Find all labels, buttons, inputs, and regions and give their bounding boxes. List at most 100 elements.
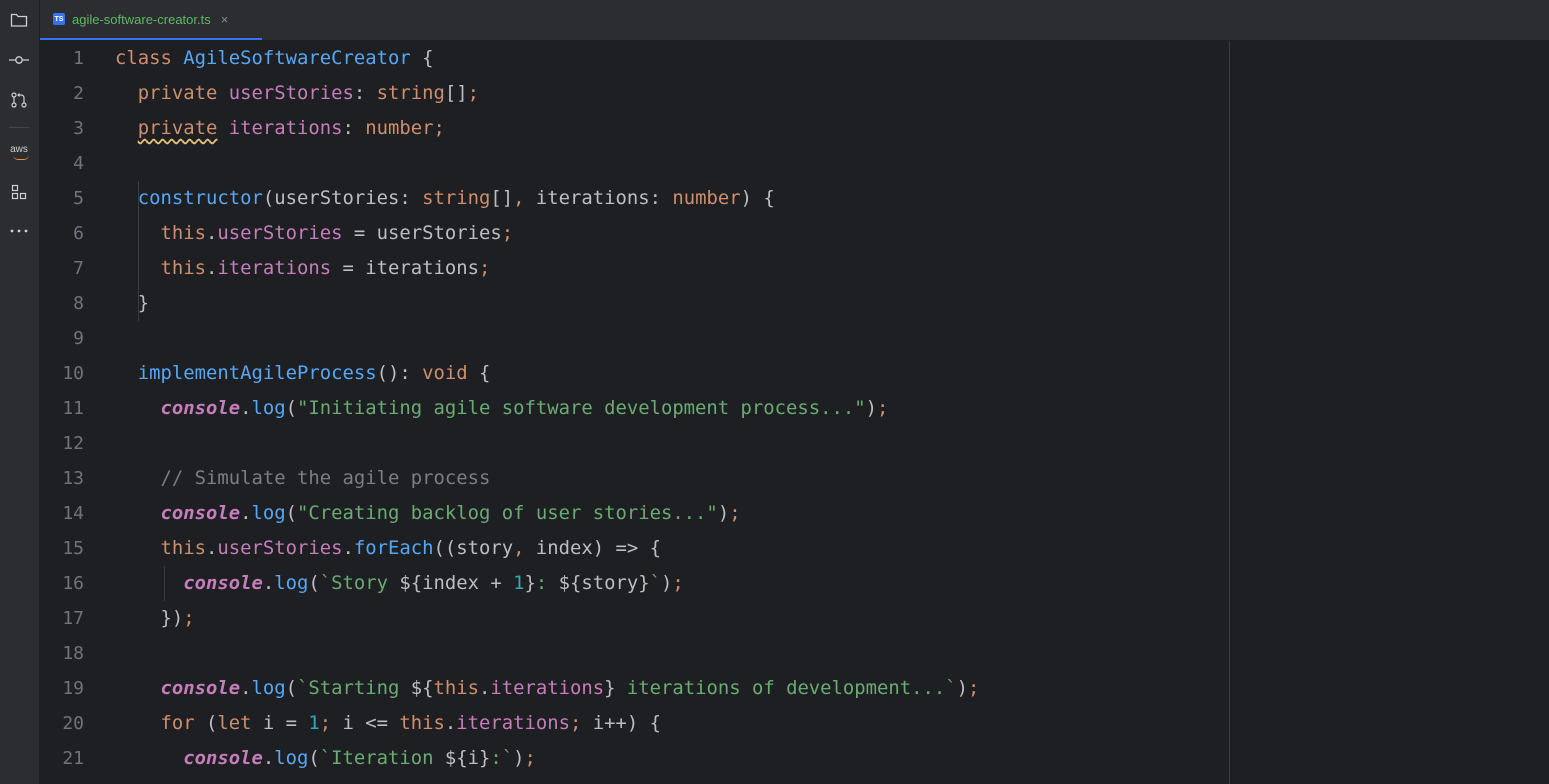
code-token: ():: [376, 362, 423, 384]
line-number: 12: [62, 433, 84, 454]
code-token: :: [353, 82, 377, 104]
line-number: 2: [73, 83, 84, 104]
project-folder-icon[interactable]: [7, 8, 31, 32]
code-token: // Simulate the agile process: [115, 467, 491, 489]
code-line[interactable]: implementAgileProcess(): void {: [115, 356, 491, 391]
code-line[interactable]: this.userStories.forEach((story, index) …: [115, 531, 661, 566]
code-token: this: [433, 677, 479, 699]
code-token: log: [274, 572, 309, 594]
code-token: this: [115, 537, 206, 559]
code-token: log: [251, 677, 286, 699]
code-line[interactable]: console.log("Initiating agile software d…: [115, 391, 889, 426]
code-line[interactable]: console.log(`Starting ${this.iterations}…: [115, 671, 980, 706]
code-token: "Initiating agile software development p…: [297, 397, 866, 419]
code-line[interactable]: console.log(`Story ${index + 1}: ${story…: [115, 566, 684, 601]
code-token: ;: [501, 222, 514, 244]
code-token: log: [251, 502, 286, 524]
code-line[interactable]: console.log(`Iteration ${i}:`);: [115, 741, 536, 776]
code-token: `Starting: [297, 677, 411, 699]
code-token: :: [342, 117, 366, 139]
code-token: ): [865, 397, 878, 419]
code-line[interactable]: private userStories: string[];: [115, 76, 479, 111]
pull-requests-icon[interactable]: [7, 88, 31, 112]
code-line[interactable]: }: [115, 286, 149, 321]
code-token: iterations:: [524, 187, 673, 209]
code-line[interactable]: private iterations: number;: [115, 111, 445, 146]
editor-tab-bar: TS agile-software-creator.ts ×: [40, 0, 1549, 41]
code-token: class: [115, 47, 184, 69]
code-token: string: [376, 82, 445, 104]
code-token: console: [183, 747, 263, 769]
code-line[interactable]: class AgileSoftwareCreator {: [115, 41, 433, 76]
code-token: log: [251, 397, 286, 419]
code-token: .: [262, 747, 275, 769]
code-token: []: [444, 82, 468, 104]
code-token: console: [160, 397, 241, 419]
code-token: (: [285, 502, 297, 524]
more-icon[interactable]: [7, 219, 31, 243]
code-token: ): [956, 677, 969, 699]
code-area[interactable]: class AgileSoftwareCreator { private use…: [115, 41, 1549, 784]
code-token: .: [240, 677, 252, 699]
code-token: = iterations: [331, 257, 479, 279]
code-token: ;: [524, 747, 536, 769]
tab-agile-software-creator[interactable]: TS agile-software-creator.ts ×: [40, 0, 262, 40]
code-token: .: [478, 677, 491, 699]
code-token: console: [183, 572, 263, 594]
code-token: iterations: [456, 712, 570, 734]
activity-separator: [9, 127, 29, 128]
code-token: ;: [672, 572, 684, 594]
code-token: number: [365, 117, 434, 139]
code-line[interactable]: console.log("Creating backlog of user st…: [115, 496, 741, 531]
code-editor[interactable]: 1 2 3 4 5 6 7 8 9 10 11 12 13 14 15 16 17 18 19 20 21 class …: [40, 41, 1549, 784]
code-token: this: [115, 257, 206, 279]
code-line[interactable]: constructor(userStories: string[], itera…: [115, 181, 775, 216]
code-token: private: [137, 117, 218, 139]
code-token: ;: [467, 82, 479, 104]
code-token: (userStories:: [262, 187, 423, 209]
code-token: "Creating backlog of user stories...": [297, 502, 718, 524]
code-token: iterations: [490, 677, 605, 699]
structure-icon[interactable]: [7, 180, 31, 204]
code-token: (: [285, 397, 297, 419]
code-token: iterations of development...`: [615, 677, 957, 699]
code-token: ;: [319, 712, 332, 734]
code-line[interactable]: for (let i = 1; i <= this.iterations; i+…: [115, 706, 661, 741]
line-number: 9: [73, 328, 84, 349]
code-line[interactable]: });: [115, 601, 194, 636]
code-token: this: [399, 712, 445, 734]
line-number: 21: [62, 748, 84, 769]
aws-icon[interactable]: aws: [7, 138, 31, 162]
close-icon[interactable]: ×: [221, 12, 229, 27]
code-token: ${i}: [444, 747, 491, 769]
code-token: let: [217, 712, 263, 734]
code-line[interactable]: // Simulate the agile process: [115, 461, 490, 496]
code-token: .: [342, 537, 354, 559]
code-token: ((story: [433, 537, 514, 559]
line-number: 3: [73, 118, 84, 139]
code-token: console: [160, 502, 241, 524]
code-token: ;: [569, 712, 582, 734]
code-line[interactable]: this.userStories = userStories;: [115, 216, 513, 251]
code-token: ;: [433, 117, 445, 139]
code-token: iterations: [217, 257, 332, 279]
code-token: number: [672, 187, 741, 209]
line-number: 6: [73, 223, 84, 244]
commit-icon[interactable]: [7, 48, 31, 72]
line-number: 17: [62, 608, 84, 629]
code-token: 1: [513, 572, 525, 594]
code-token: ): [660, 572, 673, 594]
code-token: userStories: [217, 222, 343, 244]
code-token: }): [115, 607, 184, 629]
line-number: 19: [62, 678, 84, 699]
code-token: .: [262, 572, 275, 594]
code-token: .: [206, 222, 218, 244]
code-token: index) => {: [524, 537, 661, 559]
code-token: i <=: [331, 712, 400, 734]
code-line[interactable]: this.iterations = iterations;: [115, 251, 490, 286]
code-token: private: [115, 82, 229, 104]
code-token: ;: [877, 397, 889, 419]
code-token: {: [467, 362, 491, 384]
